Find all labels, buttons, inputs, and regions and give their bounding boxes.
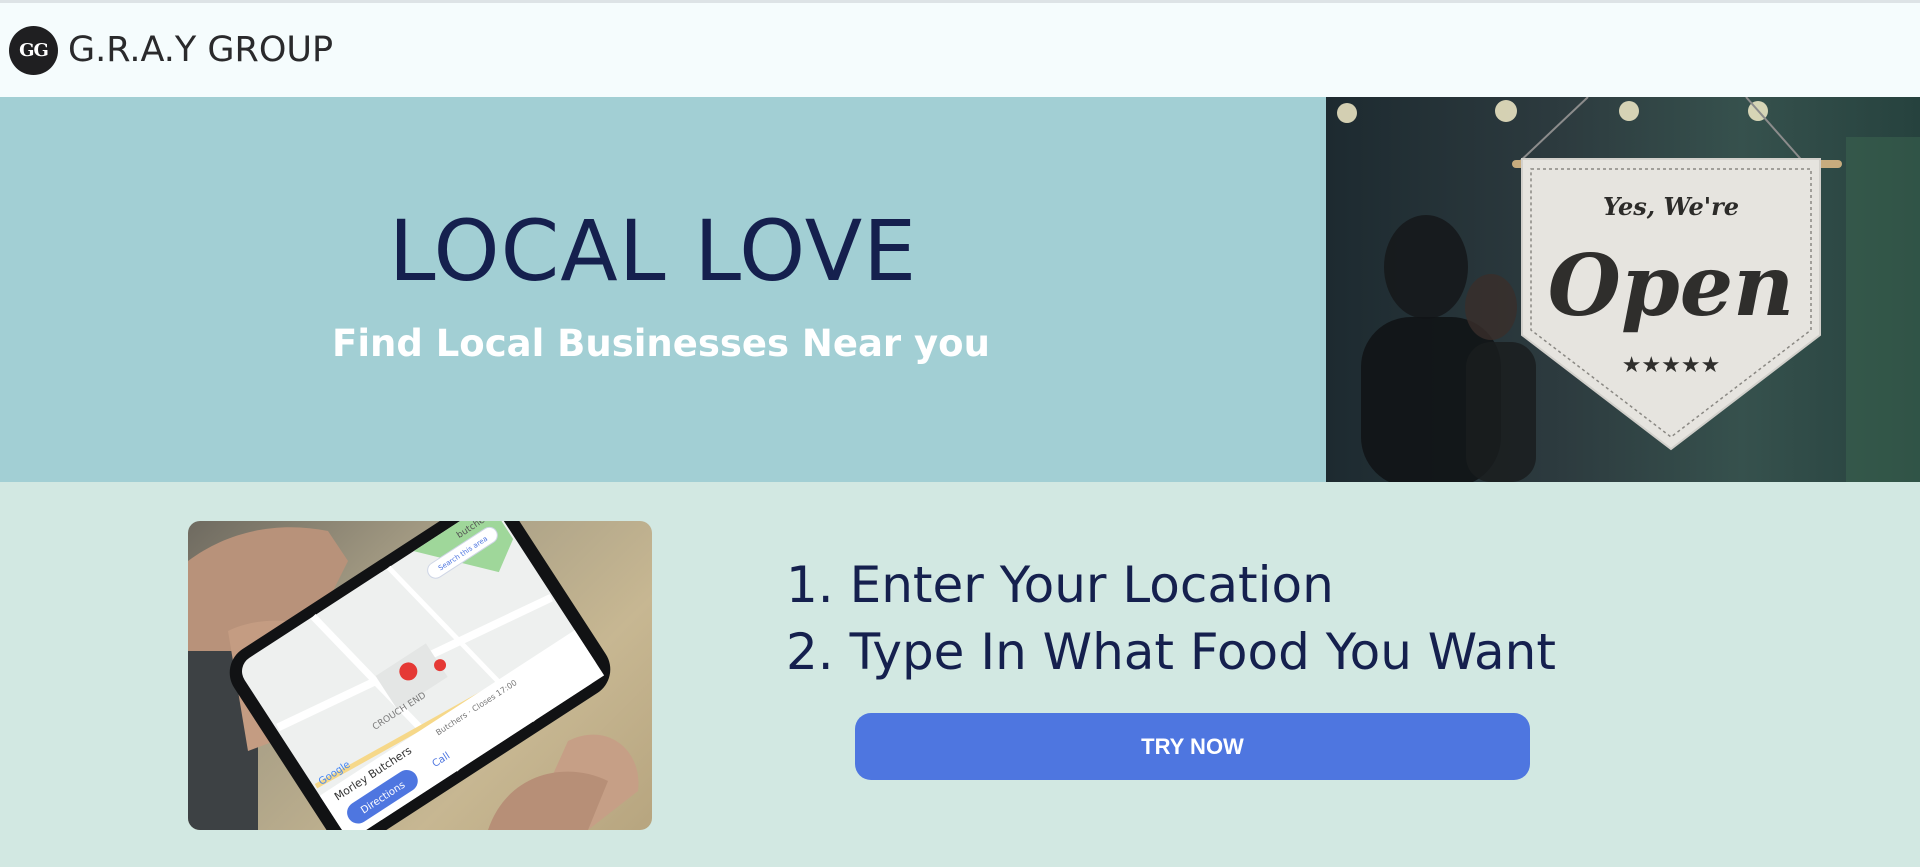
try-now-button[interactable]: TRY NOW: [855, 713, 1530, 780]
step-2: 2. Type In What Food You Want: [786, 623, 1556, 681]
sign-line2: Open: [1548, 236, 1794, 335]
steps-list: 1. Enter Your Location 2. Type In What F…: [786, 552, 1556, 686]
open-sign-illustration: Yes, We're Open ★★★★★: [1337, 97, 1920, 482]
hero-title: LOCAL LOVE: [388, 202, 918, 300]
site-header: GG G.R.A.Y GROUP: [0, 3, 1920, 97]
hero-banner: LOCAL LOVE Find Local Businesses Near yo…: [0, 97, 1326, 482]
brand-name[interactable]: G.R.A.Y GROUP: [68, 30, 333, 70]
sign-line1: Yes, We're: [1603, 192, 1739, 221]
step-1: 1. Enter Your Location: [786, 556, 1334, 614]
phone-map-illustration: Directions Call Morley Butchers Butchers…: [188, 521, 639, 830]
open-sign-photo: Yes, We're Open ★★★★★: [1326, 97, 1920, 482]
sign-stars: ★★★★★: [1622, 353, 1721, 378]
hero-subtitle: Find Local Businesses Near you: [332, 322, 990, 365]
logo-badge[interactable]: GG: [9, 25, 58, 75]
phone-map-photo: Directions Call Morley Butchers Butchers…: [188, 521, 652, 830]
